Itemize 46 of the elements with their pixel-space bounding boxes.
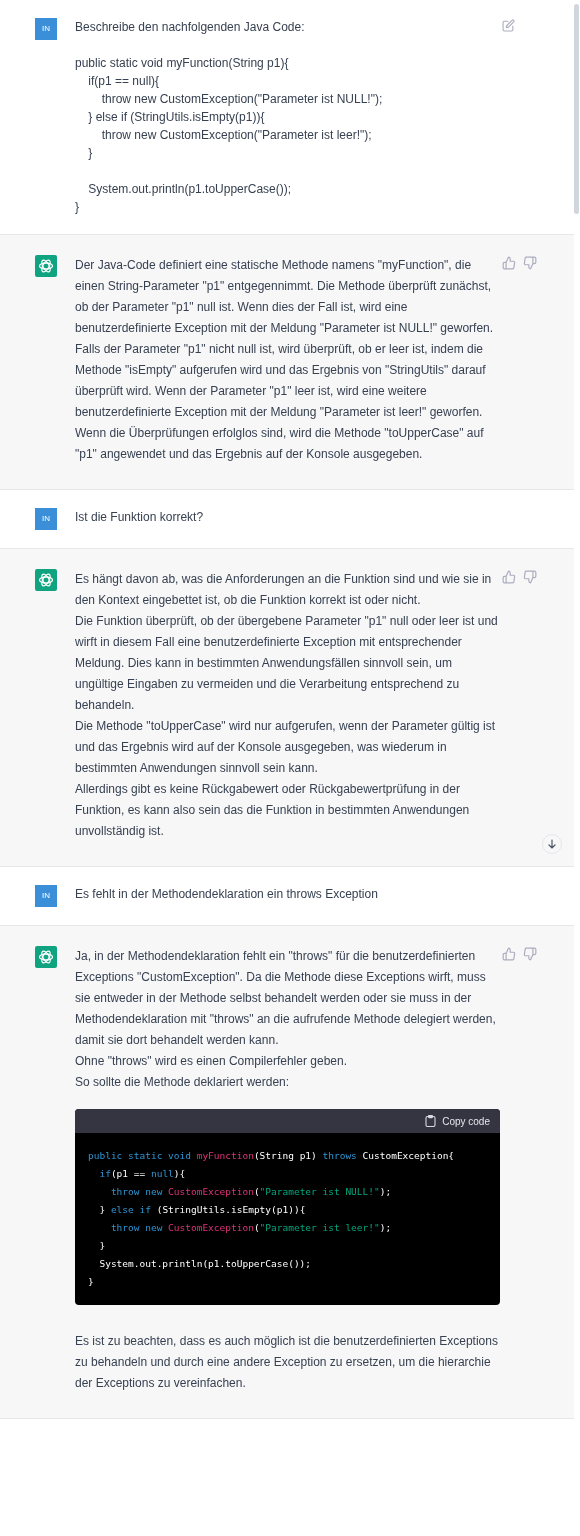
message-text: throw new CustomException("Parameter ist NULL!");: [100, 91, 384, 108]
code-line: }: [88, 1275, 95, 1289]
message-text: So sollte die Methode deklariert werden:: [75, 1074, 291, 1091]
openai-logo-icon: [35, 946, 57, 968]
code-line: }: [98, 1239, 107, 1253]
message-text: Es ist zu beachten, dass es auch möglich ist die benutzerdefinierten Exceptions zu behandeln und durch eine andere Exception zu ersetzen, um die hierarchie der Exceptions zu vereinfachen.: [75, 1333, 499, 1392]
message-text: Beschreibe den nachfolgenden Java Code:: [75, 19, 306, 36]
scroll-down-button[interactable]: [542, 834, 562, 854]
code-line: public static void myFunction(String p1) throws CustomException{: [88, 1149, 456, 1163]
code-line: throw new CustomException("Parameter ist NULL!");: [109, 1185, 393, 1199]
code-line: } else if (StringUtils.isEmpty(p1)){: [98, 1203, 307, 1217]
message-text: Es fehlt in der Methodendeklaration ein throws Exception: [75, 886, 379, 903]
thumbs-up-icon[interactable]: [502, 570, 516, 584]
message-text: Ja, in der Methodendeklaration fehlt ein "throws" für die benutzerdefinierten Exceptions "CustomException". Da die Methode diese Exceptions wirft, muss sie entweder in der Methode selbst behandelt werden oder sie muss in der Methodendeklaration mit "throws" an die aufrufende Methode delegiert werden, damit sie dort behandelt werden kann.: [75, 948, 497, 1049]
message-text: Ohne "throws" wird es einen Compilerfehler geben.: [75, 1053, 348, 1070]
user-avatar: IN: [35, 508, 57, 530]
message-text: Ist die Funktion korrekt?: [75, 509, 205, 526]
message-text: }: [87, 145, 94, 162]
openai-logo-icon: [35, 255, 57, 277]
thumbs-up-icon[interactable]: [502, 256, 516, 270]
scrollbar-thumb[interactable]: [574, 4, 579, 214]
clipboard-icon: [425, 1115, 437, 1127]
message-text: }: [75, 199, 80, 216]
message-text: Es hängt davon ab, was die Anforderungen an die Funktion sind und wie sie in den Kontext eingebettet ist, ob die Funktion korrekt ist oder nicht.: [75, 571, 493, 609]
message-text: throw new CustomException("Parameter ist leer!");: [100, 127, 373, 144]
message-text: Die Funktion überprüft, ob der übergebene Parameter "p1" null oder leer ist und wirft in diesem Fall eine benutzerdefinierte Exception mit entsprechender Meldung. Dies kann in bestimmten Anwendungsfällen sinnvoll sein, um ungültige Eingaben zu vermeiden und die Verarbeitung entsprechend zu behandeln.: [75, 613, 499, 714]
user-avatar: IN: [35, 885, 57, 907]
thumbs-down-icon[interactable]: [523, 947, 537, 961]
edit-icon[interactable]: [502, 19, 515, 32]
code-line: if(p1 == null){: [98, 1167, 187, 1181]
message-text: Allerdings gibt es keine Rückgabewert oder Rückgabewertprüfung in der Funktion, es kann also sein das die Funktion in bestimmten Anwendungen unvollständig ist.: [75, 781, 471, 840]
message-text: System.out.println(p1.toUpperCase());: [87, 181, 293, 198]
thumbs-up-icon[interactable]: [502, 947, 516, 961]
message-text: Der Java-Code definiert eine statische Methode namens "myFunction", die einen String-Parameter "p1" entgegennimmt. Die Methode überprüft zunächst, ob der Parameter "p1" null ist. Wenn dies der Fall ist, wird eine benutzerdefinierte Exception mit der Meldung "Parameter ist NULL!" geworfen. Falls der Parameter "p1" nicht null ist, wird überprüft, ob er leer ist, indem die Methode "isEmpty" aufgerufen wird und das Ergebnis von "StringUtils" darauf überprüft wird. Wenn der Parameter "p1" leer ist, wird eine weitere benutzerdefinierte Exception mit der Meldung "Parameter ist leer!" geworfen. Wenn die Überprüfungen erfolglos sind, wird die Methode "toUpperCase" auf "p1" angewendet und das Ergebnis auf der Konsole ausgegeben.: [75, 257, 495, 463]
message-text: Die Methode "toUpperCase" wird nur aufgerufen, wenn der Parameter gültig ist und das Ergebnis wird auf der Konsole ausgegeben, was wiederum in bestimmten Anwendungen sinnvoll sein kann.: [75, 718, 497, 777]
arrow-down-icon: [547, 839, 557, 849]
message-text: } else if (StringUtils.isEmpty(p1)){: [87, 109, 266, 126]
message-text: public static void myFunction(String p1){: [75, 55, 290, 72]
thumbs-down-icon[interactable]: [523, 570, 537, 584]
code-line: System.out.println(p1.toUpperCase());: [98, 1257, 313, 1271]
code-line: throw new CustomException("Parameter ist leer!");: [109, 1221, 393, 1235]
message-text: if(p1 == null){: [87, 73, 161, 90]
user-avatar: IN: [35, 18, 57, 40]
thumbs-down-icon[interactable]: [523, 256, 537, 270]
copy-code-button[interactable]: Copy code: [425, 1110, 490, 1132]
openai-logo-icon: [35, 569, 57, 591]
